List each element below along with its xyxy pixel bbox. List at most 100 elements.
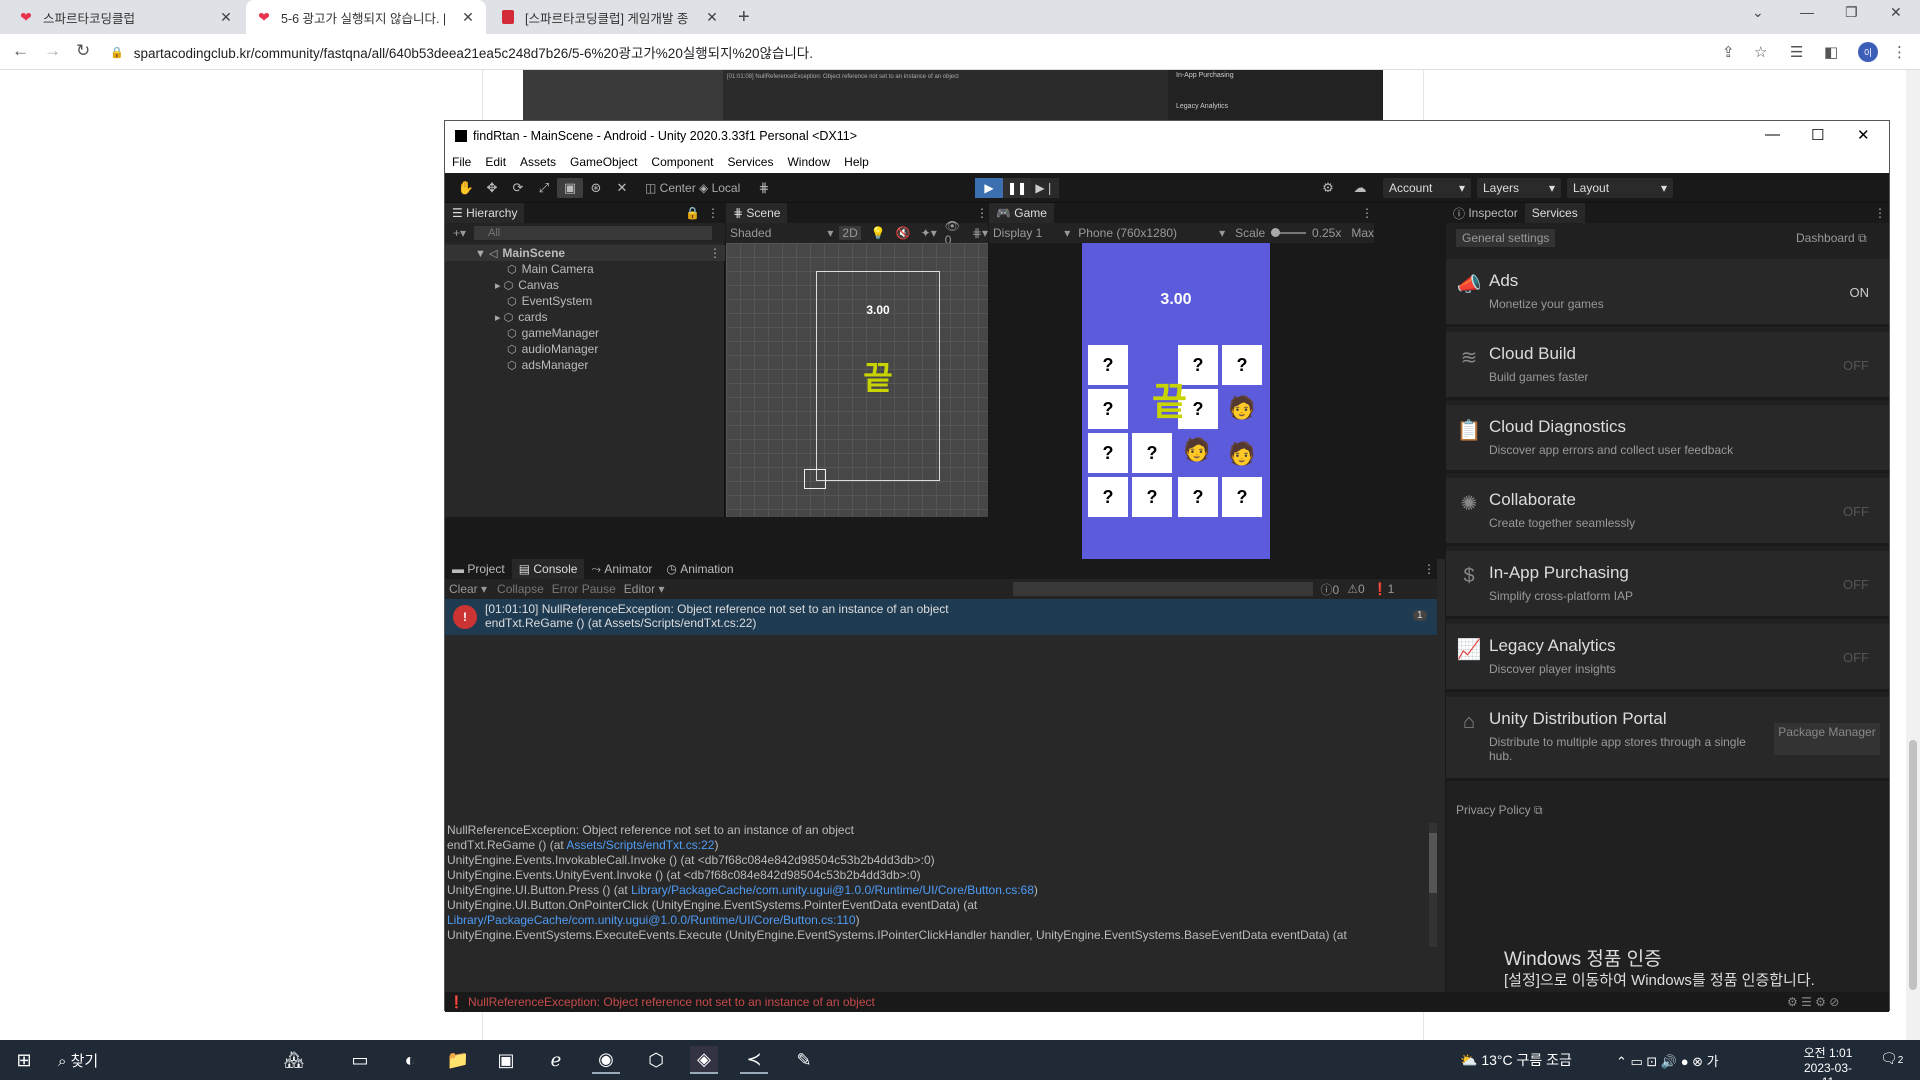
hierarchy-item[interactable]: ▸ ⬡ Canvas [445, 277, 725, 293]
layers-dropdown[interactable]: Layers ▾ [1477, 178, 1561, 198]
menu-gameobject[interactable]: GameObject [570, 155, 637, 169]
scroll-thumb[interactable] [1909, 740, 1917, 990]
unity-maximize-icon[interactable]: ☐ [1811, 126, 1824, 144]
tab-project[interactable]: ▬ Project [445, 559, 512, 579]
stack-scrollbar[interactable] [1429, 823, 1437, 947]
pause-button[interactable]: ❚❚ [1003, 178, 1031, 198]
clock[interactable]: 오전 1:01 2023-03-11 [1798, 1044, 1858, 1080]
panel-menu-icon[interactable]: ⋮ [976, 206, 988, 220]
close-tab-icon[interactable]: ✕ [704, 9, 720, 26]
share-icon[interactable]: ⇪ [1722, 43, 1735, 61]
close-tab-icon[interactable]: ✕ [218, 9, 234, 26]
ie-icon[interactable]: ℯ [542, 1046, 570, 1074]
privacy-policy-link[interactable]: Privacy Policy ⧉ [1456, 803, 1543, 818]
unity-close-icon[interactable]: ✕ [1857, 126, 1870, 144]
step-button[interactable]: ▶❘ [1031, 178, 1059, 198]
unity-hub-icon[interactable]: ⬡ [642, 1046, 670, 1074]
display-dropdown[interactable]: Display 1 ▾ [993, 226, 1070, 240]
menu-window[interactable]: Window [787, 155, 830, 169]
hierarchy-item[interactable]: ▸ ⬡ cards [445, 309, 725, 325]
close-window-icon[interactable]: ✕ [1890, 4, 1902, 21]
forward-icon[interactable]: → [44, 41, 61, 61]
collab-icon[interactable]: ⚙ [1315, 178, 1341, 198]
maximize-toggle[interactable]: Max [1351, 226, 1374, 240]
shading-dropdown[interactable]: Shaded ▾ [730, 226, 833, 240]
lighting-icon[interactable]: 💡 [871, 226, 886, 240]
card[interactable]: ? [1222, 345, 1262, 385]
card[interactable]: ? [1088, 477, 1128, 517]
card[interactable]: ? [1222, 477, 1262, 517]
search-highlight-icon[interactable]: 🏘 [256, 1046, 332, 1074]
reload-icon[interactable]: ↻ [76, 41, 90, 61]
service-cloud-diagnostics[interactable]: 📋 Cloud Diagnostics Discover app errors … [1446, 405, 1889, 473]
layout-dropdown[interactable]: Layout ▾ [1567, 178, 1673, 198]
tab-scene[interactable]: ⋕ Scene [726, 203, 788, 223]
tab-services[interactable]: Services [1524, 203, 1585, 223]
card[interactable]: ? [1088, 345, 1128, 385]
card[interactable]: ? [1132, 477, 1172, 517]
unity-minimize-icon[interactable]: — [1765, 126, 1780, 143]
weather-widget[interactable]: ⛅ 13°C 구름 조금 [1460, 1050, 1572, 1070]
close-tab-icon[interactable]: ✕ [460, 9, 476, 26]
notification-icon[interactable]: 🗨2 [1880, 1050, 1903, 1067]
console-search-input[interactable] [1012, 582, 1313, 596]
lock-icon[interactable]: 🔒 [685, 206, 700, 220]
stack-link[interactable]: Library/PackageCache/com.unity.ugui@1.0.… [447, 913, 856, 927]
warning-count[interactable]: ⚠0 [1347, 582, 1364, 596]
rotate-tool-icon[interactable]: ⟳ [505, 178, 531, 198]
address-bar[interactable]: 🔒 spartacodingclub.kr/community/fastqna/… [110, 38, 1790, 66]
service-legacy-analytics[interactable]: 📈 Legacy Analytics Discover player insig… [1446, 624, 1889, 692]
general-settings-button[interactable]: General settings [1456, 229, 1556, 247]
dashboard-link[interactable]: Dashboard ⧉ [1796, 231, 1867, 246]
tab-inspector[interactable]: ⓘ Inspector [1446, 203, 1525, 223]
browser-tab-1[interactable]: ❤ 스파르타코딩클럽 ✕ [8, 0, 244, 34]
pivot-center-toggle[interactable]: ◫ Center [641, 178, 700, 198]
card[interactable]: ? [1088, 433, 1128, 473]
minimize-icon[interactable]: — [1800, 4, 1814, 20]
browser-tab-2[interactable]: ❤ 5-6 광고가 실행되지 않습니다. | ✕ [246, 0, 486, 34]
new-tab-icon[interactable]: + [738, 6, 750, 29]
card[interactable]: ? [1178, 477, 1218, 517]
custom-tool-icon[interactable]: ✕ [609, 178, 635, 198]
vscode-icon[interactable]: ≺ [740, 1046, 768, 1074]
rect-tool-icon[interactable]: ▣ [557, 178, 583, 198]
play-button[interactable]: ▶ [975, 178, 1003, 198]
panel-menu-icon[interactable]: ⋮ [707, 206, 719, 220]
url-text[interactable]: spartacodingclub.kr/community/fastqna/al… [134, 42, 813, 62]
menu-assets[interactable]: Assets [520, 155, 556, 169]
move-tool-icon[interactable]: ✥ [479, 178, 505, 198]
browser-tab-3[interactable]: [스파르타코딩클럽] 게임개발 종 ✕ [490, 0, 730, 34]
editor-dropdown[interactable]: Editor ▾ [624, 582, 665, 596]
console-stack-trace[interactable]: NullReferenceException: Object reference… [445, 823, 1437, 947]
account-dropdown[interactable]: Account ▾ [1383, 178, 1471, 198]
menu-edit[interactable]: Edit [485, 155, 506, 169]
tab-search-icon[interactable]: ⌄ [1752, 4, 1764, 21]
tab-hierarchy[interactable]: ☰ Hierarchy [445, 203, 525, 223]
panel-menu-icon[interactable]: ⋮ [1423, 562, 1435, 576]
snap-grid-icon[interactable]: ⋕ [751, 178, 777, 198]
hierarchy-item[interactable]: ⬡ audioManager [445, 341, 725, 357]
unity-editor-icon[interactable]: ◈ [690, 1046, 718, 1074]
hierarchy-item[interactable]: ⬡ adsManager [445, 357, 725, 373]
transform-tool-icon[interactable]: ⊛ [583, 178, 609, 198]
hierarchy-item[interactable]: ⬡ Main Camera [445, 261, 725, 277]
hierarchy-item[interactable]: ⬡ gameManager [445, 325, 725, 341]
menu-dots-icon[interactable]: ⋮ [1892, 43, 1907, 61]
bookmark-star-icon[interactable]: ☆ [1754, 43, 1767, 61]
scale-slider-handle[interactable] [1271, 228, 1281, 237]
service-collaborate[interactable]: ✺ Collaborate Create together seamlessly… [1446, 478, 1889, 546]
menu-file[interactable]: File [452, 155, 471, 169]
scene-root-row[interactable]: ▼ ◁ MainScene ⋮ [445, 245, 725, 261]
page-scrollbar[interactable] [1906, 70, 1920, 1040]
tab-game[interactable]: 🎮 Game [989, 203, 1054, 223]
side-panel-icon[interactable]: ◧ [1824, 43, 1838, 61]
effects-icon[interactable]: ✦▾ [921, 226, 937, 240]
windows-start-icon[interactable]: ⊞ [10, 1046, 38, 1074]
search-box[interactable]: ⌕ 찾기 [58, 1050, 98, 1071]
hierarchy-search-input[interactable] [474, 226, 713, 240]
menu-services[interactable]: Services [727, 155, 773, 169]
notepad-icon[interactable]: ✎ [790, 1046, 818, 1074]
back-icon[interactable]: ← [12, 41, 29, 61]
profile-avatar[interactable]: 이 [1858, 42, 1878, 62]
stack-link[interactable]: Assets/Scripts/endTxt.cs:22 [566, 838, 714, 852]
